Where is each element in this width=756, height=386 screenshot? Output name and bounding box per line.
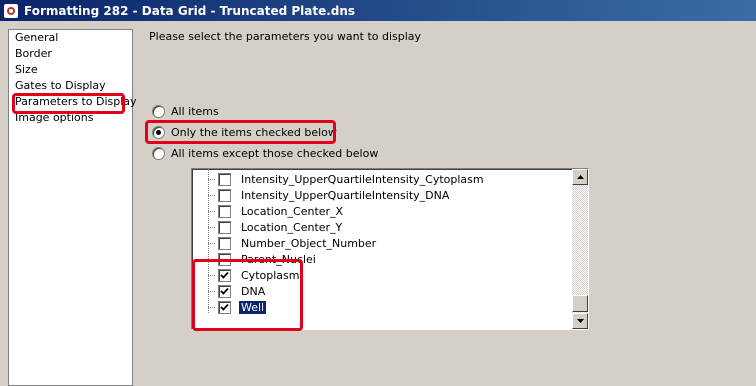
list-item[interactable]: Intensity_UpperQuartileIntensity_DNA [208, 187, 451, 203]
radio-label: All items except those checked below [171, 146, 379, 160]
radio-only-checked-items[interactable]: Only the items checked below [152, 124, 337, 140]
parameter-checkbox[interactable] [218, 236, 231, 250]
scroll-down-arrow-icon[interactable] [572, 313, 588, 329]
list-item[interactable]: Location_Center_Y [208, 219, 344, 235]
parameter-checkbox[interactable] [218, 268, 231, 282]
parameter-checkbox[interactable] [218, 220, 231, 234]
radio-label: Only the items checked below [171, 125, 337, 139]
parameter-label: DNA [241, 284, 266, 298]
scroll-up-arrow-icon[interactable] [572, 169, 588, 185]
list-item[interactable]: Parent_Nuclei [208, 251, 318, 267]
list-item[interactable]: Intensity_UpperQuartileIntensity_Cytopla… [208, 171, 486, 187]
window-title: Formatting 282 - Data Grid - Truncated P… [24, 3, 356, 18]
parameter-label: Number_Object_Number [241, 236, 377, 250]
title-bar[interactable]: Formatting 282 - Data Grid - Truncated P… [0, 0, 756, 21]
vertical-scrollbar[interactable] [572, 169, 588, 329]
radio-button[interactable] [152, 125, 165, 139]
list-item[interactable]: Well [208, 299, 268, 315]
parameter-checkbox[interactable] [218, 300, 231, 314]
parameter-checkbox[interactable] [218, 284, 231, 298]
parameter-label: Intensity_UpperQuartileIntensity_Cytopla… [241, 172, 484, 186]
parameter-label: Well [237, 299, 268, 315]
parameter-label: Cytoplasm [241, 268, 300, 282]
list-item[interactable]: Location_Center_X [208, 203, 345, 219]
radio-all-items[interactable]: All items [152, 103, 219, 119]
parameter-checkbox[interactable] [218, 204, 231, 218]
settings-nav-list[interactable]: General Border Size Gates to Display Par… [8, 29, 137, 386]
list-item[interactable]: Number_Object_Number [208, 235, 378, 251]
check-icon [220, 303, 229, 311]
check-icon [220, 271, 229, 279]
parameters-tree-list[interactable]: Intensity_UpperQuartileIntensity_Cytopla… [191, 168, 589, 330]
scrollbar-thumb[interactable] [572, 295, 588, 312]
list-item[interactable]: DNA [208, 283, 267, 299]
parameter-checkbox[interactable] [218, 172, 231, 186]
nav-item-image-options[interactable]: Image options [9, 110, 132, 126]
parameter-label: Intensity_UpperQuartileIntensity_DNA [241, 188, 450, 202]
check-icon [220, 287, 229, 295]
parameter-label: Parent_Nuclei [241, 252, 316, 266]
radio-button[interactable] [152, 104, 165, 118]
radio-all-except-checked[interactable]: All items except those checked below [152, 145, 378, 161]
nav-item-parameters-to-display[interactable]: Parameters to Display [11, 94, 137, 110]
parameter-label: Location_Center_Y [241, 220, 343, 234]
parameter-label: Location_Center_X [241, 204, 344, 218]
parameter-checkbox[interactable] [218, 252, 231, 266]
radio-label: All items [171, 104, 219, 118]
app-icon[interactable] [4, 3, 18, 18]
nav-item-gates-to-display[interactable]: Gates to Display [9, 78, 132, 94]
nav-item-size[interactable]: Size [9, 62, 132, 78]
instruction-text: Please select the parameters you want to… [149, 30, 422, 43]
radio-button[interactable] [152, 146, 165, 160]
nav-item-general[interactable]: General [9, 30, 132, 46]
parameter-checkbox[interactable] [218, 188, 231, 202]
list-item[interactable]: Cytoplasm [208, 267, 301, 283]
nav-item-border[interactable]: Border [9, 46, 132, 62]
